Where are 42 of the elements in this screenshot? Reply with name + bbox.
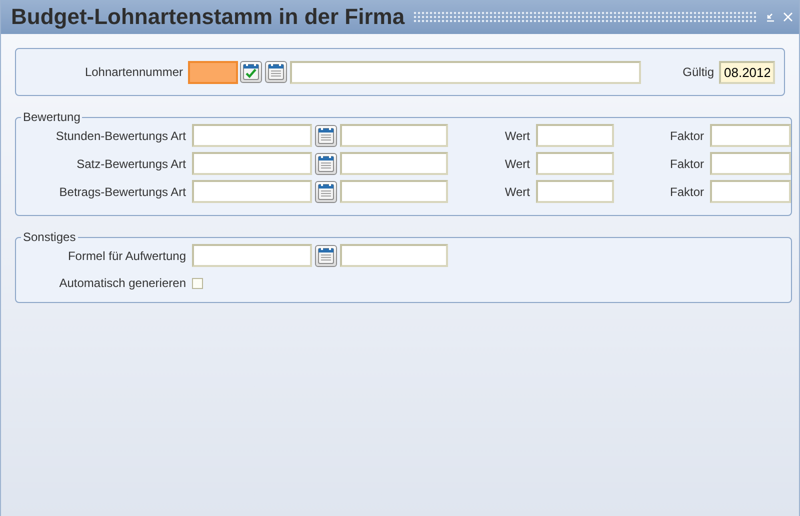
lookup-button[interactable]: [315, 152, 337, 174]
field-label: Wert: [504, 184, 531, 198]
type-name-field[interactable]: [340, 180, 448, 203]
factor-field[interactable]: [710, 124, 791, 147]
field-label: Gültig: [682, 65, 714, 79]
close-icon[interactable]: [783, 12, 793, 22]
field-label: Satz-Bewertungs Art: [76, 156, 187, 170]
formula-code-field[interactable]: [192, 244, 312, 267]
lookup-button[interactable]: [315, 244, 337, 266]
number-field[interactable]: [188, 60, 238, 84]
field-label: Wert: [504, 128, 531, 142]
date-field[interactable]: 08.2012: [719, 60, 775, 84]
factor-field[interactable]: [710, 180, 791, 203]
field-label: Automatisch generieren: [58, 276, 187, 290]
description-field[interactable]: [290, 60, 641, 84]
field-label: Faktor: [668, 184, 705, 198]
field-label: Formel für Aufwertung: [66, 248, 187, 262]
value-field[interactable]: [536, 124, 614, 147]
type-code-field[interactable]: [192, 152, 312, 175]
type-code-field[interactable]: [192, 180, 312, 203]
lookup-button[interactable]: [315, 180, 337, 202]
type-name-field[interactable]: [340, 152, 448, 175]
field-label: Betrags-Bewertungs Art: [58, 184, 187, 198]
formula-name-field[interactable]: [340, 244, 448, 267]
value-field[interactable]: [536, 180, 614, 203]
lookup-button[interactable]: [265, 61, 287, 83]
window-title: Budget-Lohnartenstamm in der Firma: [11, 4, 405, 30]
minimize-icon[interactable]: [765, 12, 775, 22]
group-title: Bewertung: [22, 110, 82, 124]
factor-field[interactable]: [710, 152, 791, 175]
group-title: Sonstiges: [22, 230, 77, 244]
field-label: Faktor: [668, 128, 705, 142]
checkbox[interactable]: [192, 278, 203, 290]
type-name-field[interactable]: [340, 124, 448, 147]
confirm-button[interactable]: [240, 61, 262, 83]
type-code-field[interactable]: [192, 124, 312, 147]
field-label: Wert: [504, 156, 531, 170]
field-label: Stunden-Bewertungs Art: [54, 128, 187, 142]
value-field[interactable]: [536, 152, 614, 175]
lookup-button[interactable]: [315, 124, 337, 146]
field-label: Lohnartennummer: [84, 65, 184, 79]
field-label: Faktor: [668, 156, 705, 170]
